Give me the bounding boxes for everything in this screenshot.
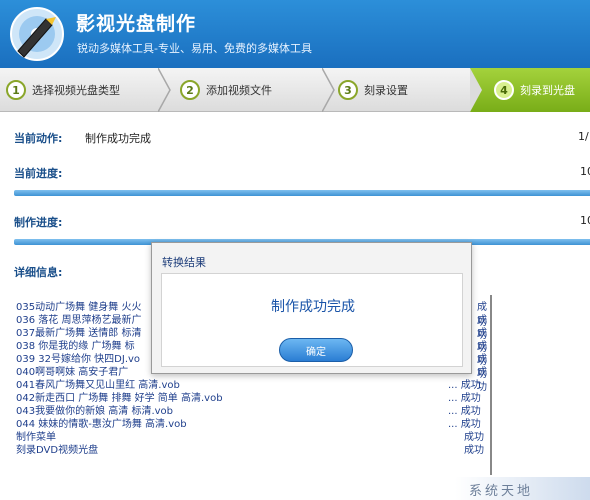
log-line: 刻录DVD视频光盘 (16, 445, 99, 456)
watermark: 系统天地 (455, 477, 590, 500)
step-select-type[interactable]: 1 选择视频光盘类型 (0, 68, 166, 112)
result-dialog: 转换结果 制作成功完成 确定 (151, 242, 472, 374)
step-add-files[interactable]: 2 添加视频文件 (176, 68, 332, 112)
step-number: 1 (6, 80, 26, 100)
step-label: 添加视频文件 (206, 84, 272, 97)
ok-button[interactable]: 确定 (279, 338, 353, 362)
step-number: 3 (338, 80, 358, 100)
current-progress-bar (14, 190, 590, 196)
step-burn-disc[interactable]: 4 刻录到光盘 (470, 68, 590, 112)
step-label: 选择视频光盘类型 (32, 84, 120, 97)
log-scrollbar[interactable] (490, 295, 492, 475)
step-arrow-icon (470, 68, 482, 112)
current-progress-label: 当前进度: (14, 167, 63, 180)
dialog-body: 制作成功完成 确定 (161, 273, 463, 367)
watermark-text: 系统天地 (469, 484, 534, 499)
step-label: 刻录设置 (364, 84, 408, 97)
step-number: 2 (180, 80, 200, 100)
wizard-steps: 1 选择视频光盘类型 2 添加视频文件 3 刻录设置 4 刻录到光盘 (0, 68, 590, 112)
current-action-value: 制作成功完成 (85, 132, 151, 145)
make-progress-label: 制作进度: (14, 216, 63, 229)
step-number: 4 (494, 80, 514, 100)
current-progress-value: 10 (580, 165, 590, 178)
dialog-title: 转换结果 (162, 256, 206, 269)
current-action-label: 当前动作: (14, 132, 63, 145)
current-action-count: 1/ (578, 130, 589, 143)
make-progress-value: 10 (580, 214, 590, 227)
step-arrow-icon (158, 68, 171, 112)
details-label: 详细信息: (14, 266, 63, 279)
step-burn-settings[interactable]: 3 刻录设置 (334, 68, 468, 112)
app-subtitle: 锐动多媒体工具-专业、易用、免费的多媒体工具 (77, 42, 312, 55)
log-status: 成功 (464, 445, 484, 456)
dvd-logo-icon (10, 7, 64, 61)
app-header: 影视光盘制作 锐动多媒体工具-专业、易用、免费的多媒体工具 (0, 0, 590, 68)
step-label: 刻录到光盘 (520, 84, 575, 97)
app-title: 影视光盘制作 (76, 13, 197, 35)
dialog-message: 制作成功完成 (271, 299, 355, 315)
